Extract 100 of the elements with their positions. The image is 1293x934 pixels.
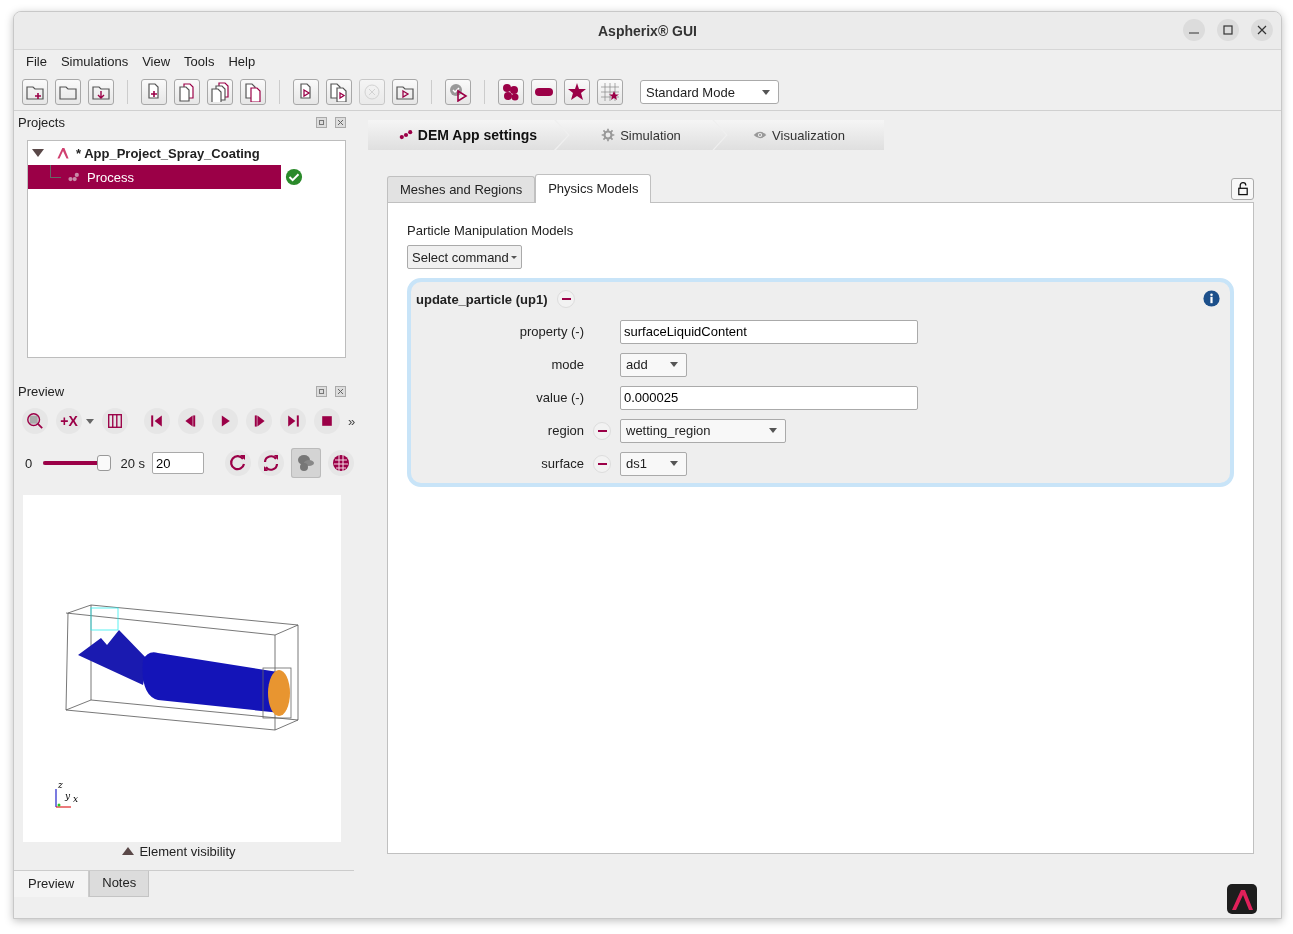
playback-button[interactable] xyxy=(280,408,306,434)
axes-drawing: z y x xyxy=(53,781,93,811)
tab[interactable]: Meshes and Regions xyxy=(387,176,536,202)
dropdown[interactable]: wetting_region xyxy=(620,418,786,443)
menu-item[interactable]: File xyxy=(19,53,54,69)
particles-icon xyxy=(501,82,521,102)
menu-item[interactable]: Help xyxy=(221,53,263,69)
time-end: 20 s xyxy=(120,455,145,471)
window-title: Aspherix® GUI xyxy=(598,22,697,39)
remove-button[interactable] xyxy=(557,290,576,308)
caret-icon[interactable] xyxy=(86,418,94,424)
remove-button[interactable] xyxy=(593,454,611,473)
toolbar-button[interactable] xyxy=(564,79,590,105)
playback-button[interactable] xyxy=(144,408,170,434)
menu-item[interactable]: Tools xyxy=(177,53,222,69)
close-icon[interactable] xyxy=(335,116,346,128)
caret-icon xyxy=(762,89,770,95)
panel-tab[interactable]: Notes xyxy=(89,871,150,897)
field-label: surface xyxy=(540,456,584,471)
toolbar-button[interactable] xyxy=(326,79,352,105)
close-button[interactable] xyxy=(1251,19,1273,41)
toolbar-button[interactable] xyxy=(392,79,418,105)
toolbar-button[interactable] xyxy=(531,79,557,105)
remove-button[interactable] xyxy=(593,421,611,440)
time-start: 0 xyxy=(25,455,33,471)
expand-arrow-icon[interactable] xyxy=(32,149,44,157)
toolbar-button[interactable] xyxy=(174,79,200,105)
files-offset-icon xyxy=(243,82,263,102)
check-play-icon xyxy=(448,82,468,102)
close-icon[interactable] xyxy=(335,385,346,397)
tree-item[interactable]: Process xyxy=(28,165,281,189)
panel-tab[interactable]: Preview xyxy=(14,871,90,897)
tab[interactable]: Physics Models xyxy=(535,174,652,203)
files-icon xyxy=(177,82,197,102)
playback-button[interactable] xyxy=(212,408,238,434)
gear-icon xyxy=(601,128,616,142)
dropdown[interactable]: add xyxy=(620,352,687,377)
tree-item[interactable]: * App_Project_Spray_Coating xyxy=(76,145,260,161)
toolbar-button[interactable] xyxy=(88,79,114,105)
toolbar-button[interactable] xyxy=(498,79,524,105)
toolbar-button[interactable] xyxy=(22,79,48,105)
menu-item[interactable]: View xyxy=(135,53,178,69)
float-icon[interactable] xyxy=(316,385,327,397)
columns-icon xyxy=(106,412,124,430)
columns-button[interactable] xyxy=(102,408,128,434)
command-dropdown[interactable]: Select command xyxy=(407,245,522,269)
panel-title: Projects xyxy=(18,114,65,130)
logo-icon xyxy=(56,146,70,160)
lock-icon xyxy=(1235,182,1250,196)
minimize-button[interactable] xyxy=(1183,19,1205,41)
field-label: region xyxy=(546,423,584,438)
toolbar-button[interactable] xyxy=(597,79,623,105)
caret-icon xyxy=(670,461,678,466)
view-button[interactable] xyxy=(291,448,321,478)
float-icon[interactable] xyxy=(316,116,327,128)
axis-button[interactable]: +X xyxy=(56,408,82,434)
dropdown[interactable]: ds1 xyxy=(620,451,687,476)
mode-dropdown[interactable]: Standard Mode xyxy=(640,80,779,104)
particles-icon xyxy=(67,170,81,184)
skip-start-icon xyxy=(149,413,165,429)
files-play-icon xyxy=(329,82,349,102)
playback-button[interactable] xyxy=(314,408,340,434)
input-field[interactable]: 0.000025 xyxy=(620,385,918,410)
particles-icon xyxy=(398,128,413,142)
view-button[interactable] xyxy=(258,450,284,476)
zoom-button[interactable] xyxy=(22,408,48,434)
slider-thumb[interactable] xyxy=(97,455,112,471)
menu-item[interactable]: Simulations xyxy=(53,53,136,69)
maximize-button[interactable] xyxy=(1217,19,1239,41)
toolbar-button[interactable] xyxy=(240,79,266,105)
workflow-step[interactable]: Simulation xyxy=(556,120,726,150)
sync-icon xyxy=(261,453,281,473)
time-field[interactable]: 20 xyxy=(152,452,204,474)
info-icon[interactable] xyxy=(1203,290,1220,307)
toolbar-button[interactable] xyxy=(207,79,233,105)
field-label: property (-) xyxy=(518,324,584,339)
element-visibility-toggle[interactable]: Element visibility xyxy=(18,842,354,860)
field-label: mode xyxy=(550,357,584,372)
input-field[interactable]: surfaceLiquidContent xyxy=(620,319,918,344)
lock-button[interactable] xyxy=(1231,178,1254,200)
caret-icon xyxy=(510,255,517,259)
workflow-step[interactable]: DEM App settings xyxy=(368,120,568,150)
app-logo-icon xyxy=(1227,884,1257,914)
view-button[interactable] xyxy=(225,450,251,476)
workflow-step[interactable]: Visualization xyxy=(714,120,884,150)
reload-icon xyxy=(228,453,248,473)
skip-end-icon xyxy=(285,413,301,429)
toolbar-button[interactable] xyxy=(445,79,471,105)
toolbar-button[interactable] xyxy=(293,79,319,105)
particles-icon xyxy=(296,453,316,473)
more-button[interactable]: » xyxy=(348,413,356,429)
playback-button[interactable] xyxy=(246,408,272,434)
minimize-icon xyxy=(1189,32,1199,34)
caret-icon xyxy=(769,428,777,433)
toolbar-button[interactable] xyxy=(141,79,167,105)
view-button[interactable] xyxy=(328,450,354,476)
panel-title: Preview xyxy=(18,383,65,399)
playback-button[interactable] xyxy=(178,408,204,434)
sphere-icon xyxy=(331,453,351,473)
zoom-icon xyxy=(26,412,44,430)
